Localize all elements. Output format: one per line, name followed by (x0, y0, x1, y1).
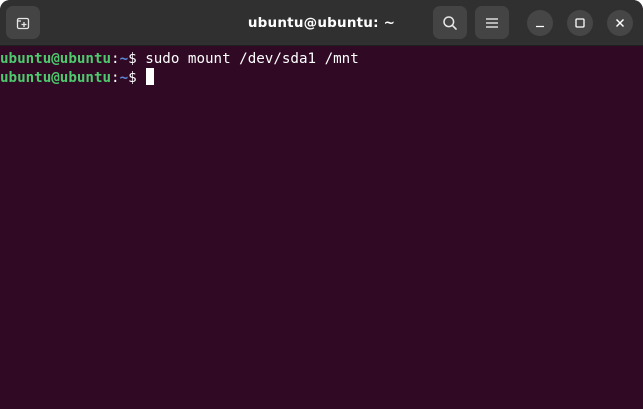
terminal-window: ubuntu@ubuntu: ~ ubuntu@ubuntu:~$ sudo m… (0, 0, 643, 409)
prompt-symbol: $ (128, 70, 137, 86)
terminal-line: ubuntu@ubuntu:~$ (0, 68, 643, 86)
command-text (137, 70, 146, 86)
command-text: sudo mount /dev/sda1 /mnt (136, 51, 359, 67)
menu-button[interactable] (475, 6, 509, 39)
prompt-symbol: $ (128, 51, 137, 67)
close-button[interactable] (607, 10, 633, 36)
terminal-scrollbar[interactable] (639, 48, 642, 406)
search-icon (442, 15, 458, 31)
minimize-icon (535, 18, 545, 28)
terminal-line: ubuntu@ubuntu:~$ sudo mount /dev/sda1 /m… (0, 50, 643, 68)
text-cursor (146, 68, 155, 85)
minimize-button[interactable] (527, 10, 553, 36)
maximize-button[interactable] (567, 10, 593, 36)
close-icon (615, 18, 625, 28)
hamburger-menu-icon (486, 17, 498, 28)
search-button[interactable] (433, 6, 467, 39)
maximize-icon (575, 18, 585, 28)
title-bar[interactable]: ubuntu@ubuntu: ~ (0, 0, 643, 46)
prompt-path: ~ (119, 70, 129, 86)
prompt-colon: : (111, 51, 120, 67)
prompt-user-host: ubuntu@ubuntu (0, 51, 112, 67)
prompt-colon: : (111, 70, 120, 86)
terminal-output[interactable]: ubuntu@ubuntu:~$ sudo mount /dev/sda1 /m… (0, 47, 643, 409)
new-tab-button[interactable] (6, 6, 40, 39)
new-tab-icon (16, 16, 30, 30)
prompt-path: ~ (119, 51, 129, 67)
prompt-user-host: ubuntu@ubuntu (0, 70, 112, 86)
